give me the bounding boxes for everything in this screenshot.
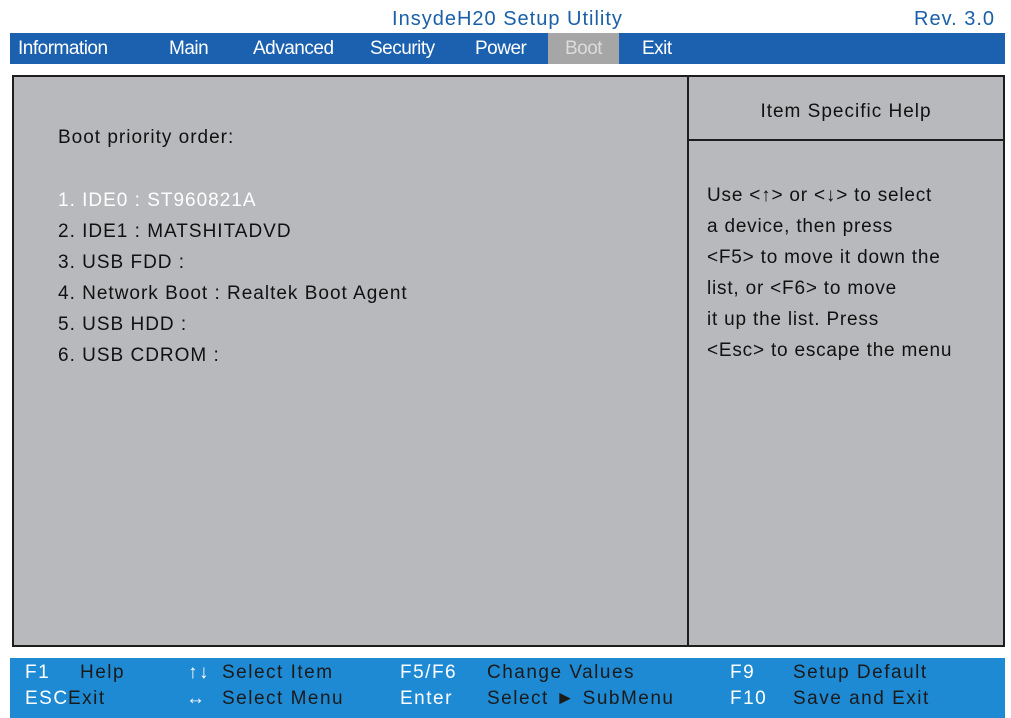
help-line: a device, then press [707,216,894,237]
help-line: <Esc> to escape the menu [707,340,953,361]
main-panel: Boot priority order: 1. IDE0 : ST960821A… [12,75,1005,647]
tab-exit[interactable]: Exit [634,33,680,64]
f9-desc: Setup Default [793,662,928,683]
menu-bar: Information Main Advanced Security Power… [10,33,1005,64]
boot-item-1[interactable]: 1. IDE0 : ST960821A [58,185,408,216]
app-title: InsydeH20 Setup Utility [392,8,623,30]
boot-item-4[interactable]: 4. Network Boot : Realtek Boot Agent [58,278,408,309]
f1-key: F1 [25,662,51,683]
f10-desc: Save and Exit [793,688,930,709]
esc-key: ESC [25,688,69,709]
f1-desc: Help [80,662,126,683]
tab-security[interactable]: Security [362,33,443,64]
leftright-arrows-icon: ↔ [186,688,207,709]
f9-key: F9 [730,662,756,683]
help-title: Item Specific Help [760,101,932,122]
updown-desc: Select Item [222,662,334,683]
key-legend-footer: F1 Help ↑↓ Select Item F5/F6 Change Valu… [10,658,1005,718]
boot-item-5[interactable]: 5. USB HDD : [58,309,408,340]
updown-arrows-icon: ↑↓ [188,662,210,683]
enter-desc: Select ► SubMenu [487,688,675,709]
boot-priority-list: 1. IDE0 : ST960821A 2. IDE1 : MATSHITADV… [58,185,408,371]
panel-divider-vertical [687,77,689,645]
tab-information[interactable]: Information [10,33,116,64]
title-bar: InsydeH20 Setup Utility Rev. 3.0 [10,0,1005,33]
help-line: Use <↑> or <↓> to select [707,185,933,206]
help-divider [689,139,1003,141]
tab-boot[interactable]: Boot [548,33,619,64]
tab-main[interactable]: Main [161,33,216,64]
tab-advanced[interactable]: Advanced [245,33,342,64]
boot-priority-label: Boot priority order: [58,127,235,148]
boot-item-6[interactable]: 6. USB CDROM : [58,340,408,371]
f10-key: F10 [730,688,768,709]
help-line: <F5> to move it down the [707,247,941,268]
f5f6-key: F5/F6 [400,662,458,683]
esc-desc: Exit [68,688,106,709]
help-text: Use <↑> or <↓> to select a device, then … [707,180,997,366]
help-line: it up the list. Press [707,309,880,330]
boot-item-3[interactable]: 3. USB FDD : [58,247,408,278]
leftright-desc: Select Menu [222,688,345,709]
tab-power[interactable]: Power [467,33,534,64]
boot-item-2[interactable]: 2. IDE1 : MATSHITADVD [58,216,408,247]
revision-label: Rev. 3.0 [914,8,995,30]
enter-key: Enter [400,688,453,709]
help-line: list, or <F6> to move [707,278,897,299]
f5f6-desc: Change Values [487,662,636,683]
